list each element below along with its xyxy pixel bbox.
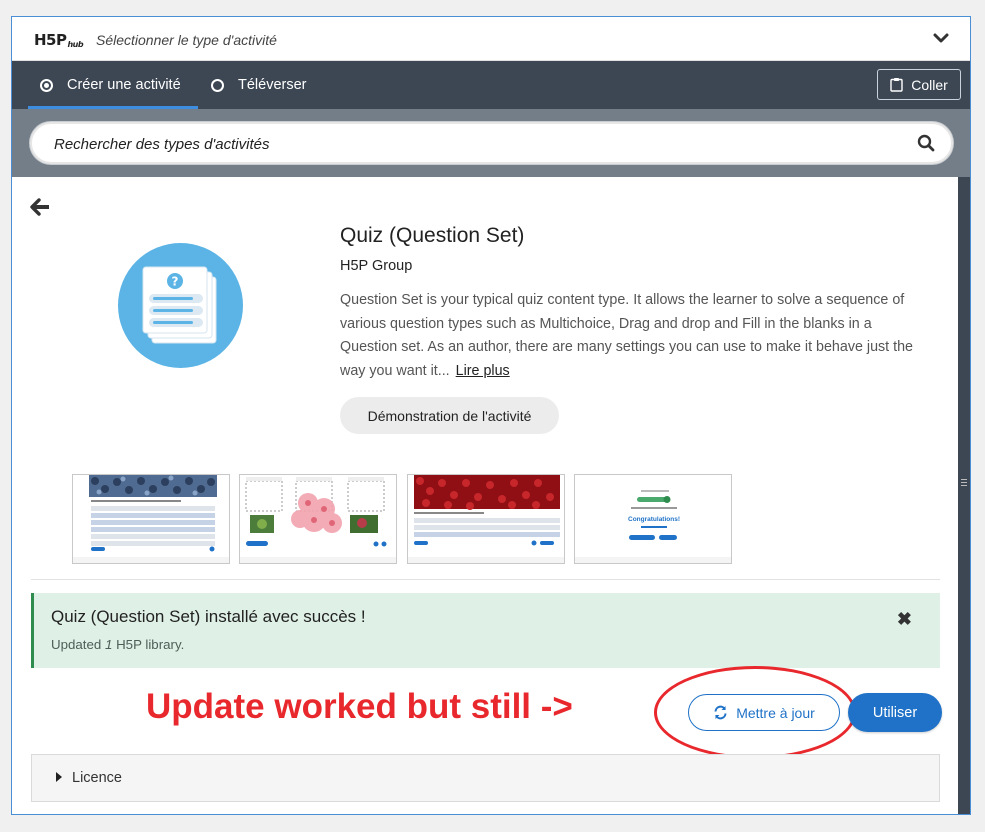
annotation-ellipse — [654, 666, 856, 759]
alert-detail: Updated 1 H5P library. — [51, 637, 185, 652]
question-set-icon: ? — [118, 243, 243, 368]
clipboard-icon — [890, 78, 903, 92]
success-alert: Quiz (Question Set) installé avec succès… — [31, 593, 940, 668]
back-arrow-icon[interactable] — [30, 198, 50, 216]
alert-title: Quiz (Question Set) installé avec succès… — [51, 607, 366, 626]
search-band: Rechercher des types d'activités — [12, 109, 970, 177]
close-icon[interactable]: ✖ — [897, 609, 912, 630]
screenshot-thumbnail-cranberries[interactable] — [407, 474, 565, 564]
content-type-description: Question Set is your typical quiz conten… — [340, 289, 932, 383]
licence-accordion[interactable]: Licence — [31, 754, 940, 802]
tab-label: Créer une activité — [67, 77, 181, 93]
svg-text:?: ? — [172, 275, 179, 289]
tab-upload[interactable]: Téléverser — [211, 61, 307, 109]
screenshot-thumbnail-drag-drop[interactable] — [239, 474, 397, 564]
radio-unselected-icon — [211, 78, 224, 92]
search-input[interactable]: Rechercher des types d'activités — [30, 122, 953, 164]
screenshot-thumbnail-blueberries[interactable] — [72, 474, 230, 564]
hub-header[interactable]: H5Phub Sélectionner le type d'activité — [12, 17, 970, 61]
divider — [31, 579, 940, 580]
content-type-title: Quiz (Question Set) — [340, 224, 525, 247]
annotation-text: Update worked but still -> — [146, 687, 573, 726]
licence-label: Licence — [72, 770, 122, 786]
search-placeholder: Rechercher des types d'activités — [54, 136, 270, 153]
paste-button[interactable]: Coller — [877, 69, 961, 100]
search-icon[interactable] — [917, 134, 935, 152]
description-text: Question Set is your typical quiz conten… — [340, 292, 914, 379]
radio-selected-icon — [40, 78, 53, 92]
tab-label: Téléverser — [238, 77, 307, 93]
hub-title: Sélectionner le type d'activité — [96, 32, 277, 48]
screenshot-thumbnail-summary[interactable]: Congratulations! — [574, 474, 732, 564]
tab-bar: Créer une activité Téléverser Coller — [12, 61, 970, 109]
use-button[interactable]: Utiliser — [848, 693, 942, 732]
h5p-hub-panel: H5Phub Sélectionner le type d'activité C… — [11, 16, 971, 815]
caret-right-icon — [56, 772, 62, 782]
demo-button[interactable]: Démonstration de l'activité — [340, 397, 559, 434]
h5p-hub-logo: H5Phub — [34, 31, 84, 49]
content-type-owner: H5P Group — [340, 258, 413, 274]
content-type-detail: ? Quiz (Question Set) H5P Group Question… — [12, 177, 958, 814]
scrollbar[interactable] — [958, 177, 970, 814]
read-more-link[interactable]: Lire plus — [456, 363, 510, 379]
paste-label: Coller — [911, 76, 948, 93]
summary-congratulations-text: Congratulations! — [628, 516, 680, 523]
scroll-grip-icon[interactable] — [961, 479, 967, 489]
tab-create-content[interactable]: Créer une activité — [40, 61, 181, 109]
chevron-down-icon[interactable] — [932, 29, 950, 47]
